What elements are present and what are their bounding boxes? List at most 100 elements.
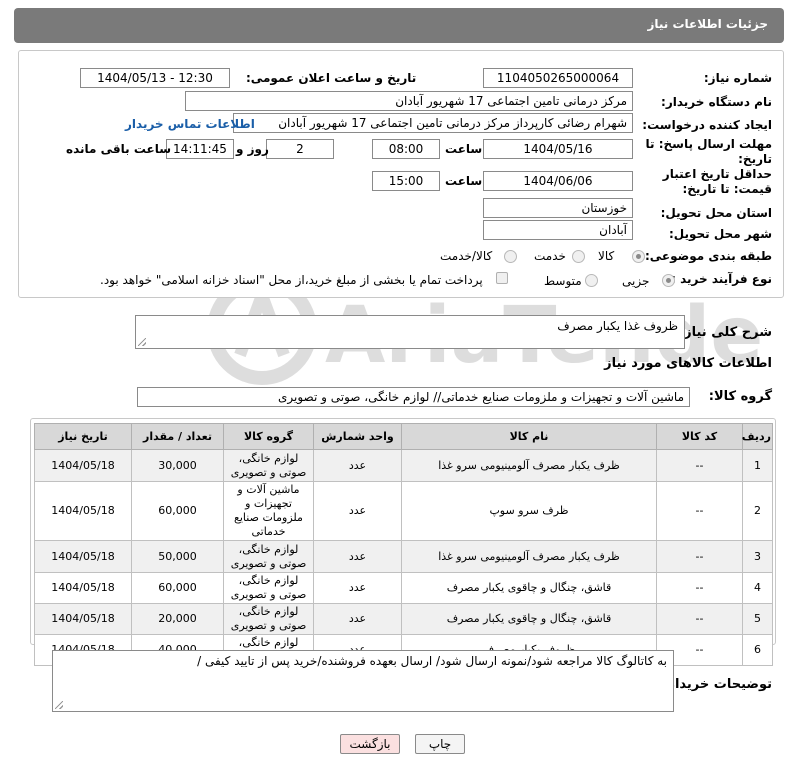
table-row[interactable]: 1 -- ظرف یکبار مصرف آلومینیومی سرو غذا ع… xyxy=(34,449,773,482)
cell-code: -- xyxy=(656,540,743,573)
buyer-org-label: نام دستگاه خریدار: xyxy=(661,95,772,109)
cell-unit: عدد xyxy=(313,572,402,604)
cell-row: 2 xyxy=(742,481,773,541)
remaining-label: ساعت باقی مانده xyxy=(66,142,172,156)
deadline-date-field[interactable]: 1404/05/16 xyxy=(483,139,633,159)
deadline-time-label: ساعت xyxy=(445,142,483,156)
cell-date: 1404/05/18 xyxy=(34,449,132,482)
cell-code: -- xyxy=(656,481,743,541)
cell-code: -- xyxy=(656,603,743,635)
table-row[interactable]: 3 -- ظرف یکبار مصرف آلومینیومی سرو غذا ع… xyxy=(34,540,773,573)
creator-field[interactable]: شهرام رضائی کارپرداز مرکز درمانی تامین ا… xyxy=(233,113,633,133)
validity-time-field[interactable]: 15:00 xyxy=(372,171,440,191)
cell-qty: 30,000 xyxy=(131,449,224,482)
category-option-goods: کالا xyxy=(598,249,615,263)
cell-date: 1404/05/18 xyxy=(34,603,132,635)
print-button[interactable]: چاپ xyxy=(415,734,465,754)
payment-note: پرداخت تمام یا بخشی از مبلغ خرید،از محل … xyxy=(100,273,483,287)
goods-group-label: گروه کالا: xyxy=(708,389,772,404)
cell-unit: عدد xyxy=(313,603,402,635)
purchase-radio-medium[interactable] xyxy=(585,274,598,287)
col-date: تاریخ نیاز xyxy=(34,423,132,450)
cell-code: -- xyxy=(656,572,743,604)
cell-qty: 60,000 xyxy=(131,481,224,541)
buyer-org-field[interactable]: مرکز درمانی تامین اجتماعی 17 شهریور آباد… xyxy=(185,91,633,111)
validity-time-label: ساعت xyxy=(445,174,483,188)
validity-date-field[interactable]: 1404/06/06 xyxy=(483,171,633,191)
col-group: گروه کالا xyxy=(223,423,314,450)
need-number-label: شماره نیاز: xyxy=(703,71,772,85)
goods-section-title: اطلاعات کالاهای مورد نیاز xyxy=(604,356,772,371)
summary-text: ظروف غذا یکبار مصرف xyxy=(557,319,678,333)
announce-field[interactable]: 1404/05/13 - 12:30 xyxy=(80,68,230,88)
page-header: جزئیات اطلاعات نیاز xyxy=(14,8,784,43)
table-row[interactable]: 2 -- ظرف سرو سوپ عدد ماشین آلات و تجهیزا… xyxy=(34,481,773,541)
city-field[interactable]: آبادان xyxy=(483,220,633,240)
table-row[interactable]: 4 -- قاشق، چنگال و چاقوی یکبار مصرف عدد … xyxy=(34,572,773,604)
table-row[interactable]: 5 -- قاشق، چنگال و چاقوی یکبار مصرف عدد … xyxy=(34,603,773,635)
cell-qty: 20,000 xyxy=(131,603,224,635)
purchase-type-label: نوع فرآیند خرید : xyxy=(671,272,772,286)
cell-group: ماشین آلات و تجهیزات و ملزومات صنایع خدم… xyxy=(223,481,314,541)
resize-handle-icon[interactable] xyxy=(138,338,146,346)
cell-unit: عدد xyxy=(313,449,402,482)
cell-name: ظرف یکبار مصرف آلومینیومی سرو غذا xyxy=(401,449,657,482)
buyer-notes-label: توضیحات خریدار: xyxy=(662,677,772,692)
back-button[interactable]: بازگشت xyxy=(340,734,400,754)
province-label: استان محل تحویل: xyxy=(660,206,772,220)
announce-label: تاریخ و ساعت اعلان عمومی: xyxy=(246,71,417,85)
cell-name: قاشق، چنگال و چاقوی یکبار مصرف xyxy=(401,572,657,604)
cell-row: 3 xyxy=(742,540,773,573)
cell-date: 1404/05/18 xyxy=(34,540,132,573)
goods-group-field[interactable]: ماشین آلات و تجهیزات و ملزومات صنایع خدم… xyxy=(137,387,690,407)
cell-group: لوازم خانگی، صوتی و تصویری xyxy=(223,449,314,482)
cell-code: -- xyxy=(656,449,743,482)
cell-name: ظرف سرو سوپ xyxy=(401,481,657,541)
cell-group: لوازم خانگی، صوتی و تصویری xyxy=(223,572,314,604)
cell-qty: 50,000 xyxy=(131,540,224,573)
category-option-service: خدمت xyxy=(534,249,566,263)
deadline-time-field[interactable]: 08:00 xyxy=(372,139,440,159)
category-radio-service[interactable] xyxy=(572,250,585,263)
days-label: روز و xyxy=(236,142,269,156)
cell-name: قاشق، چنگال و چاقوی یکبار مصرف xyxy=(401,603,657,635)
cell-row: 4 xyxy=(742,572,773,604)
buyer-notes-field[interactable]: به کاتالوگ کالا مراجعه شود/نمونه ارسال ش… xyxy=(52,650,674,712)
cell-date: 1404/05/18 xyxy=(34,572,132,604)
contact-buyer-link[interactable]: اطلاعات تماس خریدار xyxy=(125,117,255,131)
category-option-goods-service: کالا/خدمت xyxy=(440,249,493,263)
col-name: نام کالا xyxy=(401,423,657,450)
category-radio-goods[interactable] xyxy=(632,250,645,263)
cell-group: لوازم خانگی، صوتی و تصویری xyxy=(223,540,314,573)
city-label: شهر محل تحویل: xyxy=(668,227,772,241)
cell-qty: 60,000 xyxy=(131,572,224,604)
province-field[interactable]: خوزستان xyxy=(483,198,633,218)
cell-row: 5 xyxy=(742,603,773,635)
items-table: ردیف کد کالا نام کالا واحد شمارش گروه کا… xyxy=(34,423,773,666)
summary-field[interactable]: ظروف غذا یکبار مصرف xyxy=(135,315,685,349)
cell-group: لوازم خانگی، صوتی و تصویری xyxy=(223,603,314,635)
treasury-payment-checkbox[interactable] xyxy=(496,272,508,284)
validity-label: حداقل تاریخ اعتبار قیمت: تا تاریخ: xyxy=(662,167,772,196)
need-number-field[interactable]: 1104050265000064 xyxy=(483,68,633,88)
items-header-row: ردیف کد کالا نام کالا واحد شمارش گروه کا… xyxy=(34,423,773,450)
cell-row: 1 xyxy=(742,449,773,482)
category-label: طبقه بندی موضوعی: xyxy=(644,249,772,263)
col-qty: تعداد / مقدار xyxy=(131,423,224,450)
buyer-notes-text: به کاتالوگ کالا مراجعه شود/نمونه ارسال ش… xyxy=(197,654,667,668)
days-field[interactable]: 2 xyxy=(266,139,334,159)
col-code: کد کالا xyxy=(656,423,743,450)
cell-date: 1404/05/18 xyxy=(34,481,132,541)
creator-label: ایجاد کننده درخواست: xyxy=(642,118,772,132)
category-radio-goods-service[interactable] xyxy=(504,250,517,263)
cell-unit: عدد xyxy=(313,481,402,541)
col-unit: واحد شمارش xyxy=(313,423,402,450)
deadline-label: مهلت ارسال پاسخ: تا تاریخ: xyxy=(645,137,773,166)
purchase-radio-minor[interactable] xyxy=(662,274,675,287)
resize-handle-icon[interactable] xyxy=(55,701,63,709)
cell-unit: عدد xyxy=(313,540,402,573)
remaining-time-field[interactable]: 14:11:45 xyxy=(166,139,234,159)
cell-name: ظرف یکبار مصرف آلومینیومی سرو غذا xyxy=(401,540,657,573)
purchase-option-medium: متوسط xyxy=(544,274,582,288)
summary-label: شرح کلی نیاز: xyxy=(678,325,772,340)
